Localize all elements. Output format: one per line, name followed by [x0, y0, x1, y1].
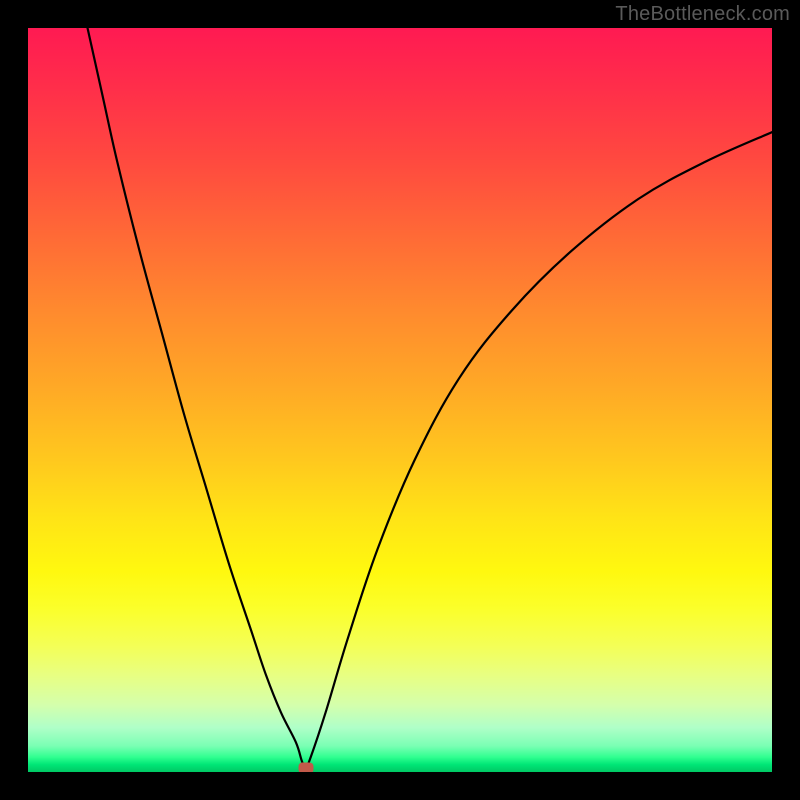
optimal-point-marker — [298, 763, 313, 772]
chart-plot-area — [28, 28, 772, 772]
watermark-text: TheBottleneck.com — [615, 3, 790, 26]
bottleneck-curve — [28, 28, 772, 772]
